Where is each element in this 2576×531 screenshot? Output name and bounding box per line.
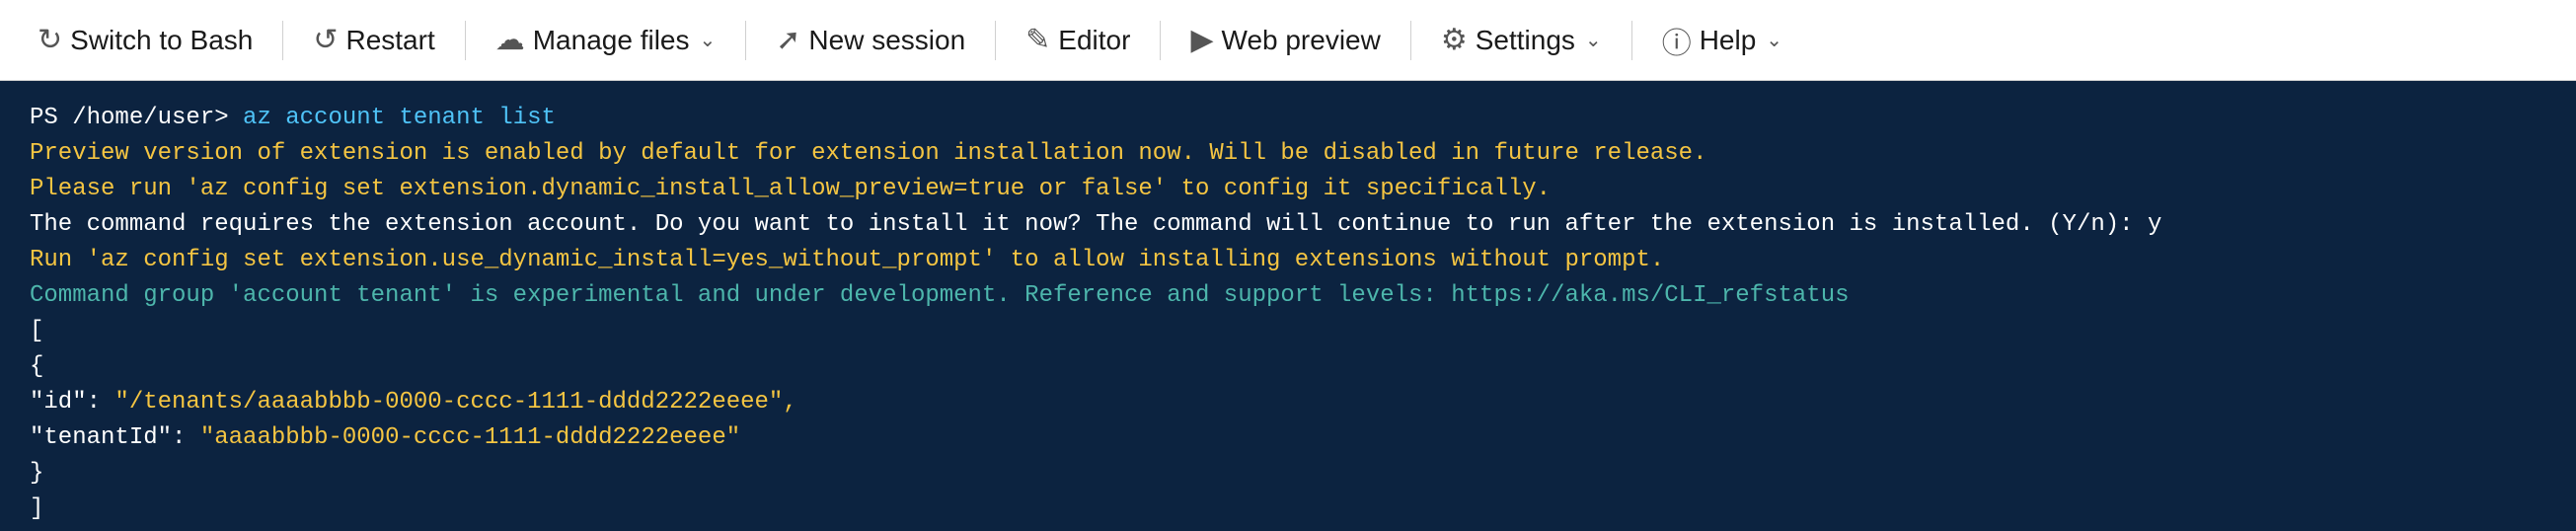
- help-icon: ⓘ: [1662, 19, 1692, 62]
- help-chevron-icon: ⌄: [1766, 28, 1782, 52]
- json-id-val: "/tenants/aaaabbbb-0000-cccc-1111-dddd22…: [114, 389, 796, 416]
- settings-label: Settings: [1476, 25, 1575, 56]
- json-open-bracket: [: [30, 314, 2546, 349]
- json-tenant-line: "tenantId": "aaaabbbb-0000-cccc-1111-ddd…: [30, 420, 2546, 456]
- output-line-4: Run 'az config set extension.use_dynamic…: [30, 243, 2546, 278]
- manage-files-chevron-icon: ⌄: [700, 28, 717, 52]
- switch-icon: ↻: [38, 23, 62, 57]
- restart-icon: ↺: [313, 23, 338, 57]
- manage-files-button[interactable]: ☁ Manage files ⌄: [478, 10, 734, 71]
- json-close-brace: }: [30, 456, 2546, 492]
- json-tenant-key: "tenantId":: [30, 424, 186, 451]
- divider-4: [995, 21, 996, 60]
- json-open-brace: {: [30, 349, 2546, 385]
- prompt-path: PS /home/user>: [30, 105, 229, 131]
- web-preview-button[interactable]: ▶ Web preview: [1173, 10, 1398, 71]
- new-session-button[interactable]: ➚ New session: [758, 10, 983, 71]
- json-tenant-val: "aaaabbbb-0000-cccc-1111-dddd2222eeee": [200, 424, 740, 451]
- web-preview-label: Web preview: [1222, 25, 1381, 56]
- new-session-label: New session: [808, 25, 965, 56]
- restart-label: Restart: [345, 25, 434, 56]
- toolbar: ↻ Switch to Bash ↺ Restart ☁ Manage file…: [0, 0, 2576, 81]
- restart-button[interactable]: ↺ Restart: [295, 10, 452, 71]
- switch-to-bash-label: Switch to Bash: [70, 25, 253, 56]
- divider-6: [1410, 21, 1411, 60]
- help-button[interactable]: ⓘ Help ⌄: [1644, 10, 1800, 71]
- divider-2: [465, 21, 466, 60]
- divider-1: [282, 21, 283, 60]
- manage-files-icon: ☁: [495, 23, 525, 57]
- editor-label: Editor: [1058, 25, 1130, 56]
- output-line-2: Please run 'az config set extension.dyna…: [30, 172, 2546, 207]
- help-label: Help: [1700, 25, 1757, 56]
- divider-5: [1160, 21, 1161, 60]
- manage-files-label: Manage files: [533, 25, 690, 56]
- web-preview-icon: ▶: [1190, 23, 1213, 57]
- editor-icon: ✎: [1025, 23, 1050, 57]
- json-close-bracket: ]: [30, 492, 2546, 527]
- prompt-command: az account tenant list: [243, 105, 556, 131]
- settings-button[interactable]: ⚙ Settings ⌄: [1423, 10, 1620, 71]
- settings-chevron-icon: ⌄: [1585, 28, 1602, 52]
- divider-7: [1631, 21, 1632, 60]
- output-line-3: The command requires the extension accou…: [30, 207, 2546, 243]
- editor-button[interactable]: ✎ Editor: [1008, 10, 1148, 71]
- json-id-key: "id":: [30, 389, 101, 416]
- settings-icon: ⚙: [1441, 23, 1468, 57]
- output-line-5: Command group 'account tenant' is experi…: [30, 278, 2546, 314]
- new-session-icon: ➚: [776, 23, 800, 57]
- prompt-line: PS /home/user> az account tenant list: [30, 101, 2546, 136]
- terminal: PS /home/user> az account tenant list Pr…: [0, 81, 2576, 531]
- divider-3: [745, 21, 746, 60]
- output-line-1: Preview version of extension is enabled …: [30, 136, 2546, 172]
- json-id-line: "id": "/tenants/aaaabbbb-0000-cccc-1111-…: [30, 385, 2546, 420]
- switch-to-bash-button[interactable]: ↻ Switch to Bash: [20, 10, 270, 71]
